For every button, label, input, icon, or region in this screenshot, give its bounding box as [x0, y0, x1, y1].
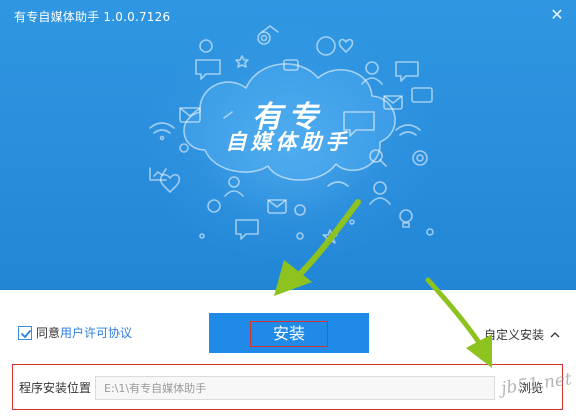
app-version: 1.0.0.7126: [103, 10, 171, 24]
chevron-up-icon: [550, 328, 560, 342]
arrow-to-browse-icon: [425, 277, 492, 368]
agreement-prefix: 同意: [36, 326, 61, 340]
license-agreement-link[interactable]: 用户许可协议: [60, 324, 132, 341]
close-icon: ✕: [550, 5, 564, 24]
agreement-checkbox[interactable]: [18, 325, 32, 340]
app-name: 有专自媒体助手: [14, 10, 100, 24]
install-path-panel: 程序安装位置 浏览: [12, 364, 563, 410]
social-doodles-illustration: [149, 25, 434, 244]
install-path-input[interactable]: [95, 376, 495, 400]
check-icon: [21, 329, 31, 338]
custom-install-toggle[interactable]: 自定义安装: [484, 326, 560, 343]
close-button[interactable]: ✕: [546, 4, 568, 26]
custom-install-label: 自定义安装: [483, 328, 544, 342]
install-button[interactable]: 安装: [209, 313, 369, 353]
install-path-label: 程序安装位置: [19, 381, 92, 395]
window-title: 有专自媒体助手 1.0.0.7126: [14, 8, 174, 25]
header-banner: 有专自媒体助手 1.0.0.7126 ✕ 有专 自媒体助手: [0, 0, 576, 290]
install-button-label: 安装: [249, 321, 328, 347]
agreement-row: 同意 用户许可协议: [18, 324, 132, 341]
